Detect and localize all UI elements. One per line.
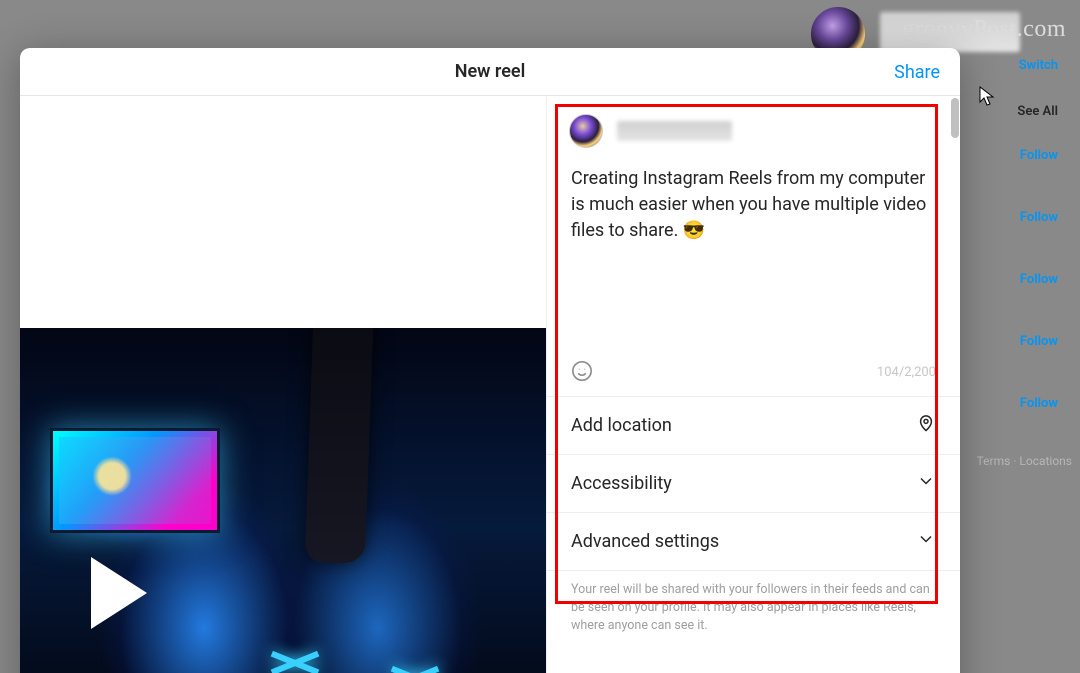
new-reel-dialog: New reel Share bbox=[20, 48, 960, 673]
scrollbar-thumb[interactable] bbox=[951, 98, 959, 138]
emoji-picker-button[interactable] bbox=[571, 360, 595, 384]
follow-link[interactable]: Follow bbox=[1020, 334, 1058, 349]
see-all-link[interactable]: See All bbox=[1017, 104, 1058, 119]
switch-account-link[interactable]: Switch bbox=[1019, 58, 1058, 73]
chevron-down-icon bbox=[916, 471, 936, 496]
smiley-icon bbox=[571, 360, 593, 382]
stage-object-graphic bbox=[305, 328, 373, 563]
advanced-settings-label: Advanced settings bbox=[571, 531, 719, 552]
dialog-title: New reel bbox=[455, 61, 526, 82]
share-button[interactable]: Share bbox=[894, 48, 940, 96]
location-pin-icon bbox=[916, 413, 936, 438]
caption-footer: 104/2,200 bbox=[547, 356, 960, 397]
video-preview-pane bbox=[20, 96, 546, 673]
stage-screen-graphic bbox=[50, 428, 220, 533]
caption-textarea[interactable]: Creating Instagram Reels from my compute… bbox=[547, 156, 960, 356]
accessibility-label: Accessibility bbox=[571, 473, 672, 494]
play-icon bbox=[91, 557, 147, 629]
character-count: 104/2,200 bbox=[877, 365, 936, 380]
light-cross-graphic bbox=[270, 638, 320, 673]
footer-links[interactable]: Terms · Locations bbox=[977, 454, 1072, 468]
avatar bbox=[569, 114, 603, 148]
share-disclaimer: Your reel will be shared with your follo… bbox=[547, 571, 960, 651]
accessibility-row[interactable]: Accessibility bbox=[547, 455, 960, 513]
dialog-header: New reel Share bbox=[20, 48, 960, 96]
compose-panel: Creating Instagram Reels from my compute… bbox=[546, 96, 960, 673]
follow-link[interactable]: Follow bbox=[1020, 396, 1058, 411]
username-blurred bbox=[880, 12, 1020, 52]
add-location-row[interactable]: Add location bbox=[547, 397, 960, 455]
dialog-body: Creating Instagram Reels from my compute… bbox=[20, 96, 960, 673]
play-button[interactable] bbox=[68, 548, 158, 638]
follow-link[interactable]: Follow bbox=[1020, 272, 1058, 287]
author-row bbox=[547, 96, 960, 156]
page-root: Switch See All Follow Follow Follow Foll… bbox=[0, 0, 1080, 673]
light-cross-graphic bbox=[390, 653, 440, 673]
follow-link[interactable]: Follow bbox=[1020, 210, 1058, 225]
follow-link[interactable]: Follow bbox=[1020, 148, 1058, 163]
add-location-label: Add location bbox=[571, 415, 672, 436]
chevron-down-icon bbox=[916, 529, 936, 554]
advanced-settings-row[interactable]: Advanced settings bbox=[547, 513, 960, 571]
username-blurred bbox=[617, 121, 732, 141]
video-thumbnail[interactable] bbox=[20, 328, 546, 673]
